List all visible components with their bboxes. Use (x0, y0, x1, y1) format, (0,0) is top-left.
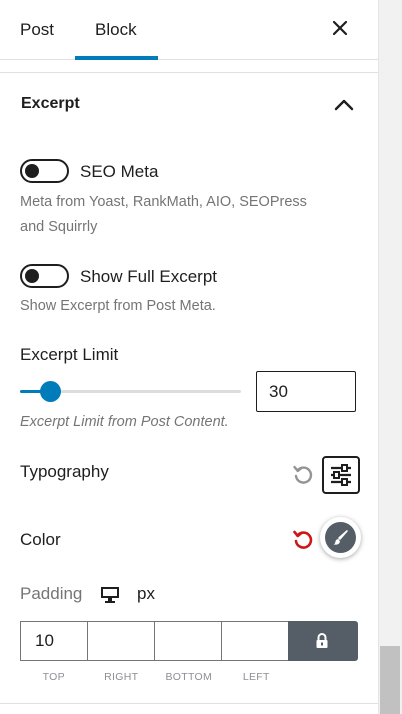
padding-left-input[interactable] (221, 621, 289, 661)
side-label-bottom: BOTTOM (165, 671, 213, 683)
toggle-knob (25, 164, 39, 178)
padding-inputs: 10 (20, 621, 358, 661)
excerpt-limit-label: Excerpt Limit (20, 345, 119, 364)
scrollbar-thumb[interactable] (380, 646, 400, 714)
excerpt-limit-input[interactable]: 30 (256, 371, 356, 412)
seo-meta-label: SEO Meta (80, 162, 159, 181)
color-swatch (325, 522, 356, 553)
link-sides-button[interactable] (288, 621, 358, 661)
sidebar-tabs: Post Block (0, 0, 378, 60)
toggle-knob (25, 269, 39, 283)
unit-selector[interactable]: px (137, 584, 155, 604)
tab-block[interactable]: Block (95, 0, 137, 60)
typography-label: Typography (20, 462, 109, 481)
color-label: Color (20, 530, 61, 549)
desktop-icon[interactable] (100, 586, 120, 604)
chevron-up-icon[interactable] (333, 96, 355, 112)
padding-top-input[interactable]: 10 (20, 621, 88, 661)
color-picker-button[interactable] (320, 517, 361, 558)
active-tab-indicator (75, 56, 158, 60)
seo-meta-help-line1: Meta from Yoast, RankMath, AIO, SEOPress (20, 194, 307, 210)
tab-post[interactable]: Post (20, 0, 54, 60)
reset-icon[interactable] (291, 462, 315, 486)
lock-icon (316, 633, 328, 648)
excerpt-limit-help: Excerpt Limit from Post Content. (20, 414, 229, 430)
settings-sliders-icon (331, 464, 351, 486)
padding-right-input[interactable] (87, 621, 155, 661)
divider (0, 703, 378, 704)
reset-icon[interactable] (291, 527, 315, 551)
side-label-right: RIGHT (104, 671, 139, 683)
close-icon[interactable] (328, 16, 352, 40)
scrollbar[interactable] (378, 0, 402, 714)
excerpt-panel-header[interactable]: Excerpt (0, 73, 378, 139)
excerpt-limit-slider-thumb[interactable] (40, 381, 62, 402)
seo-meta-help-line2: and Squirrly (20, 219, 98, 235)
padding-bottom-input[interactable] (154, 621, 222, 661)
full-excerpt-label: Show Full Excerpt (80, 267, 217, 286)
block-settings-panel: Post Block Excerpt SEO Meta Meta from Yo… (0, 0, 378, 714)
side-label-top: TOP (42, 671, 65, 683)
side-label-left: LEFT (242, 671, 270, 683)
padding-side-labels: TOP RIGHT BOTTOM LEFT (20, 671, 290, 683)
seo-meta-toggle[interactable] (20, 159, 69, 183)
brush-icon (333, 530, 348, 545)
full-excerpt-help: Show Excerpt from Post Meta. (20, 298, 216, 314)
typography-settings-button[interactable] (322, 456, 360, 494)
section-title: Excerpt (21, 95, 80, 112)
padding-label: Padding (20, 584, 83, 603)
full-excerpt-toggle[interactable] (20, 264, 69, 288)
